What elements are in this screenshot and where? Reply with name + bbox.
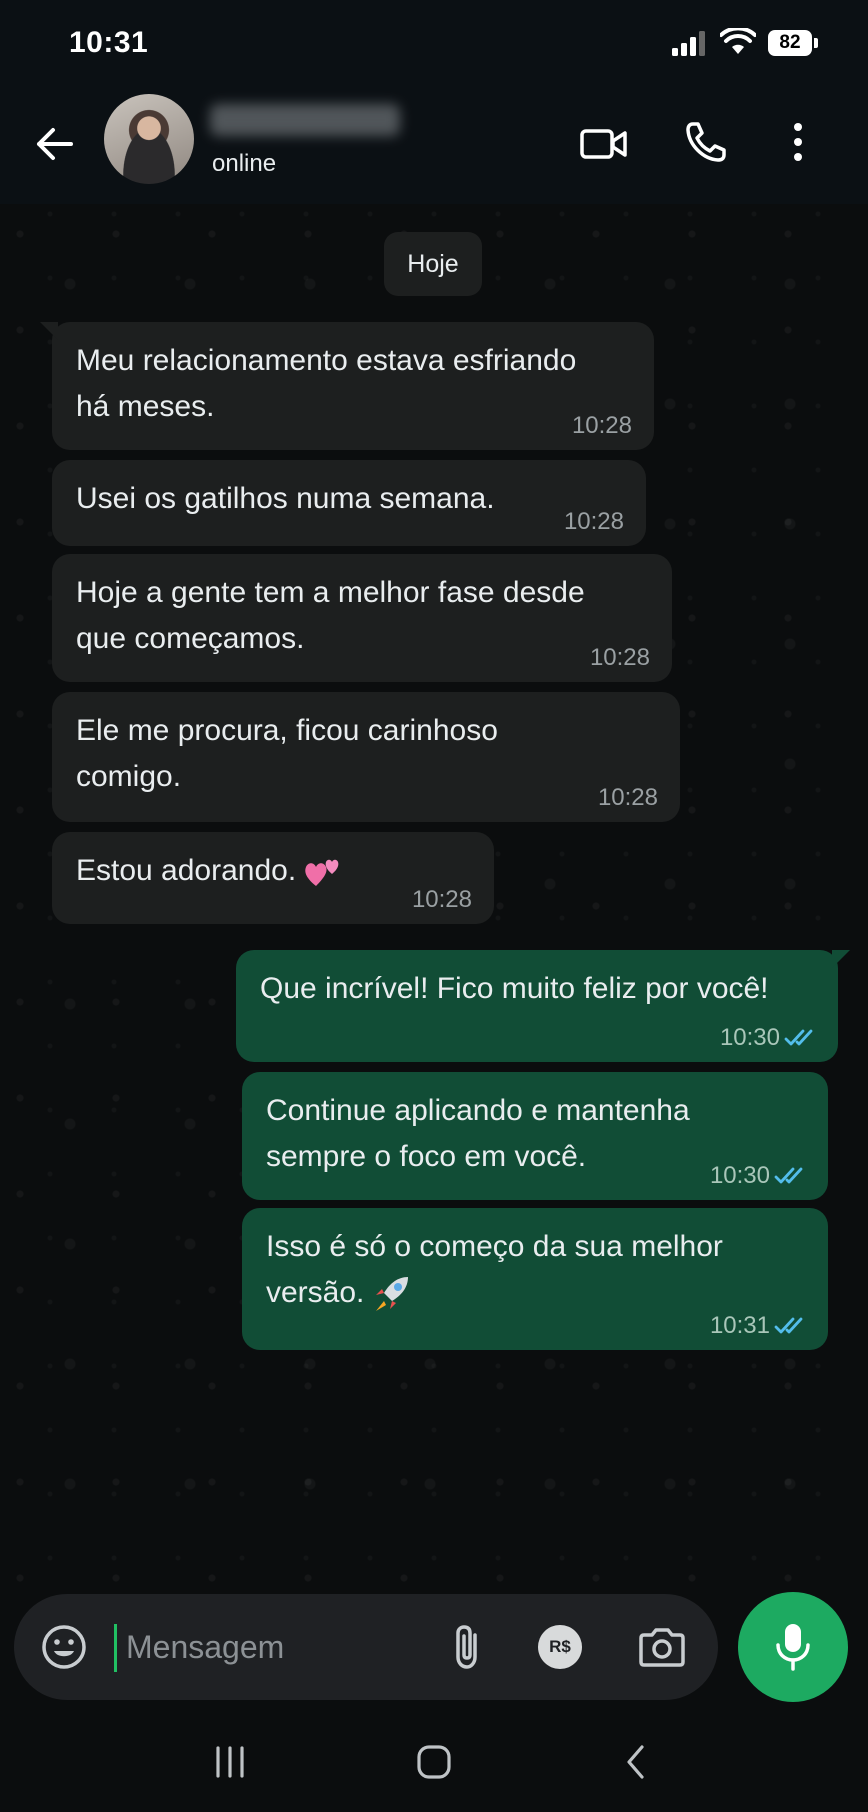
menu-button[interactable]	[772, 116, 824, 168]
message-input[interactable]	[112, 1620, 432, 1674]
attach-button[interactable]	[442, 1621, 494, 1673]
status-bar: 10:31 82	[0, 0, 868, 90]
incoming-message[interactable]: Meu relacionamento estava esfriando há m…	[40, 322, 654, 450]
message-time: 10:28	[589, 644, 650, 671]
microphone-icon	[776, 1624, 810, 1671]
back-icon	[627, 1745, 644, 1779]
wifi-icon	[720, 28, 756, 54]
payment-icon: R$	[538, 1625, 582, 1669]
message-time: 10:28	[597, 784, 658, 811]
recent-apps-button[interactable]	[206, 1742, 254, 1782]
system-nav-bar	[0, 1710, 868, 1812]
video-camera-icon	[580, 129, 627, 159]
chat-header: online	[0, 90, 868, 204]
outgoing-message[interactable]: Continue aplicando e mantenha sempre o f…	[242, 1072, 828, 1200]
message-time: 10:30	[719, 1024, 780, 1051]
emoji-icon	[42, 1625, 86, 1669]
chat-area[interactable]: Hoje Meu relacionamento estava esfriando…	[0, 204, 868, 1584]
double-check-icon	[784, 1029, 813, 1046]
microphone-button[interactable]	[738, 1592, 848, 1702]
paperclip-icon	[456, 1625, 477, 1669]
nav-back-button[interactable]	[612, 1740, 660, 1784]
video-call-button[interactable]	[578, 118, 630, 170]
voice-call-button[interactable]	[680, 116, 732, 168]
incoming-message[interactable]: Ele me procura, ficou carinhoso comigo. …	[52, 692, 680, 822]
message-text: Meu relacionamento estava esfriando há m…	[76, 344, 577, 423]
outgoing-message[interactable]: Que incrível! Fico muito feliz por você!…	[236, 950, 850, 1062]
arrow-left-icon	[37, 128, 73, 160]
outgoing-message[interactable]: Isso é só o começo da sua melhor versão.…	[242, 1208, 828, 1350]
incoming-message[interactable]: Estou adorando. 10:28	[52, 832, 494, 924]
battery-level: 82	[768, 30, 812, 56]
message-time: 10:28	[571, 412, 632, 439]
recent-apps-icon	[216, 1746, 244, 1778]
message-time: 10:31	[709, 1312, 770, 1339]
message-text: Estou adorando.	[76, 854, 297, 887]
double-check-icon	[774, 1167, 803, 1184]
avatar[interactable]	[104, 94, 194, 184]
more-vertical-icon	[794, 123, 802, 161]
home-icon	[417, 1745, 451, 1779]
message-time: 10:30	[709, 1162, 770, 1189]
two-hearts-emoji-icon	[305, 859, 339, 887]
message-time: 10:28	[411, 886, 472, 913]
payment-button[interactable]: R$	[534, 1621, 586, 1673]
message-text: Isso é só o começo da sua melhor versão.	[266, 1230, 723, 1309]
contact-name[interactable]	[210, 104, 400, 136]
camera-icon	[639, 1628, 685, 1667]
camera-button[interactable]	[634, 1621, 690, 1673]
emoji-button[interactable]	[38, 1621, 90, 1673]
message-composer: R$	[14, 1594, 718, 1700]
phone-icon	[686, 122, 726, 162]
incoming-message[interactable]: Hoje a gente tem a melhor fase desde que…	[52, 554, 672, 682]
status-time: 10:31	[69, 26, 149, 59]
message-text: Ele me procura, ficou carinhoso comigo.	[76, 714, 498, 793]
back-button[interactable]	[26, 116, 82, 172]
message-text: Usei os gatilhos numa semana.	[76, 482, 495, 515]
home-button[interactable]	[410, 1740, 458, 1784]
battery-icon: 82	[768, 30, 820, 56]
date-chip: Hoje	[384, 232, 482, 296]
contact-status: online	[212, 150, 277, 177]
message-text: Hoje a gente tem a melhor fase desde que…	[76, 576, 585, 655]
message-time: 10:28	[563, 508, 624, 535]
incoming-message[interactable]: Usei os gatilhos numa semana. 10:28	[52, 460, 646, 546]
message-text: Que incrível! Fico muito feliz por você!	[260, 972, 769, 1005]
double-check-icon	[774, 1317, 803, 1334]
signal-icon	[672, 31, 705, 56]
rocket-emoji-icon	[376, 1277, 409, 1312]
